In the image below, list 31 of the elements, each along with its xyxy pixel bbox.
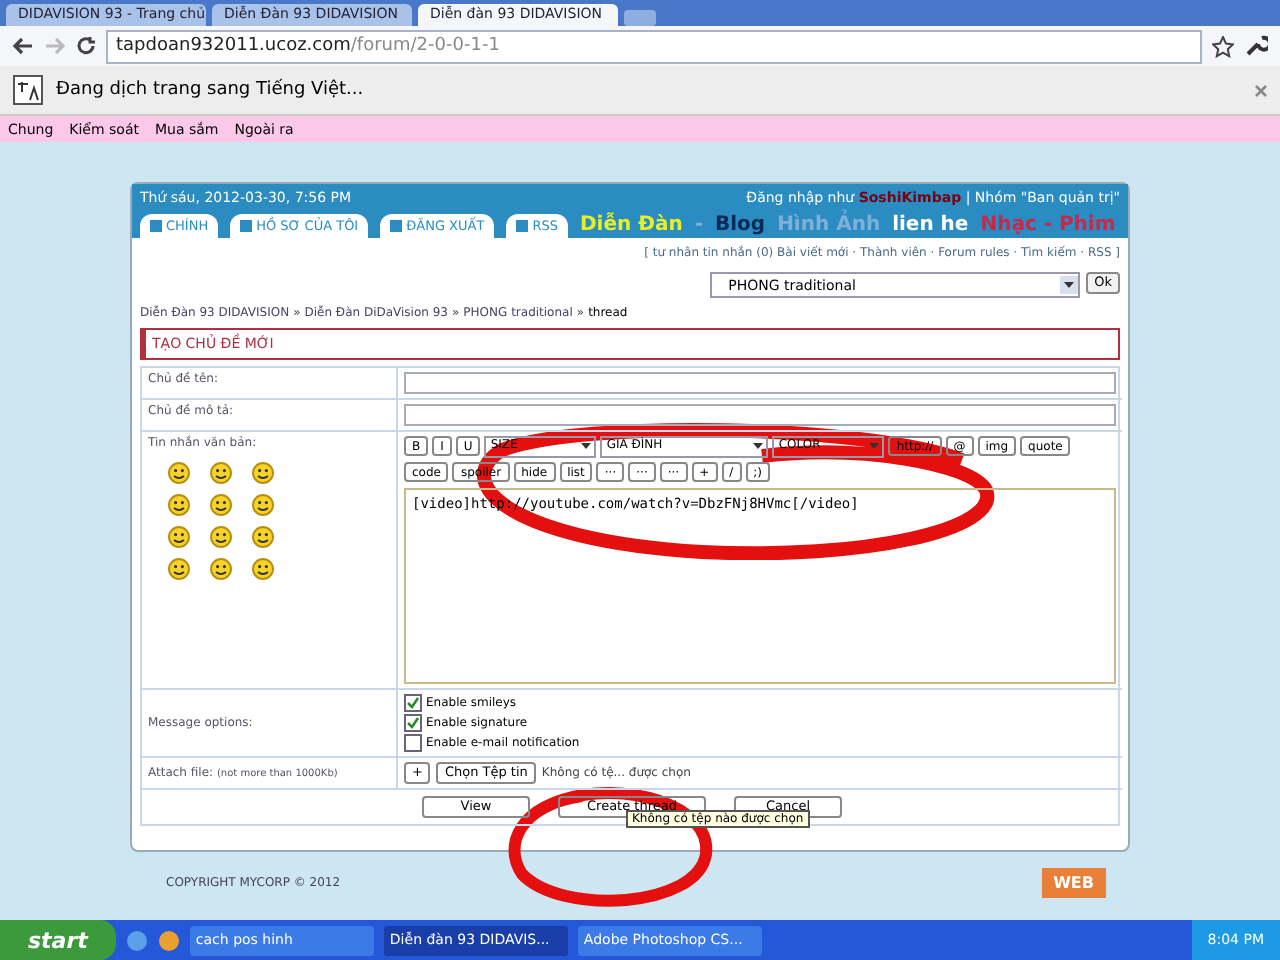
wrench-icon[interactable] bbox=[1244, 34, 1268, 58]
smiley-icon[interactable] bbox=[252, 558, 274, 580]
smiley-icon[interactable] bbox=[252, 526, 274, 548]
translate-icon bbox=[12, 74, 44, 106]
smiley-icon[interactable] bbox=[210, 526, 232, 548]
smiley-icon[interactable] bbox=[210, 558, 232, 580]
smiley-icon[interactable] bbox=[210, 462, 232, 484]
dropdown-arrow-icon[interactable] bbox=[750, 438, 767, 454]
smiley-icon[interactable] bbox=[210, 494, 232, 516]
smiley-icon[interactable] bbox=[252, 462, 274, 484]
smiley-icon[interactable] bbox=[168, 462, 190, 484]
reload-icon[interactable] bbox=[76, 36, 96, 56]
nav-link[interactable]: lien he bbox=[892, 214, 969, 238]
smiley-icon[interactable] bbox=[168, 494, 190, 516]
checkbox[interactable] bbox=[404, 734, 422, 752]
dropdown-arrow-icon[interactable] bbox=[1060, 276, 1079, 294]
smiley-icon[interactable] bbox=[168, 558, 190, 580]
star-icon[interactable] bbox=[1212, 35, 1234, 57]
checkbox[interactable] bbox=[404, 694, 422, 712]
address-field[interactable]: tapdoan932011.ucoz.com/forum/2-0-0-1-1 bbox=[106, 29, 1202, 63]
checkbox[interactable] bbox=[404, 714, 422, 732]
nav-link[interactable]: Blog bbox=[714, 214, 766, 238]
start-button[interactable]: start bbox=[0, 920, 116, 960]
smiley-icon[interactable] bbox=[168, 526, 190, 548]
smiley-icon[interactable] bbox=[252, 494, 274, 516]
translate-message: Đang dịch trang sang Tiếng Việt... bbox=[56, 80, 366, 100]
back-icon[interactable] bbox=[12, 36, 34, 56]
subject-input[interactable] bbox=[404, 372, 1116, 394]
description-input[interactable] bbox=[404, 404, 1116, 426]
close-icon[interactable] bbox=[1254, 83, 1268, 97]
dropdown-arrow-icon[interactable] bbox=[578, 438, 595, 454]
